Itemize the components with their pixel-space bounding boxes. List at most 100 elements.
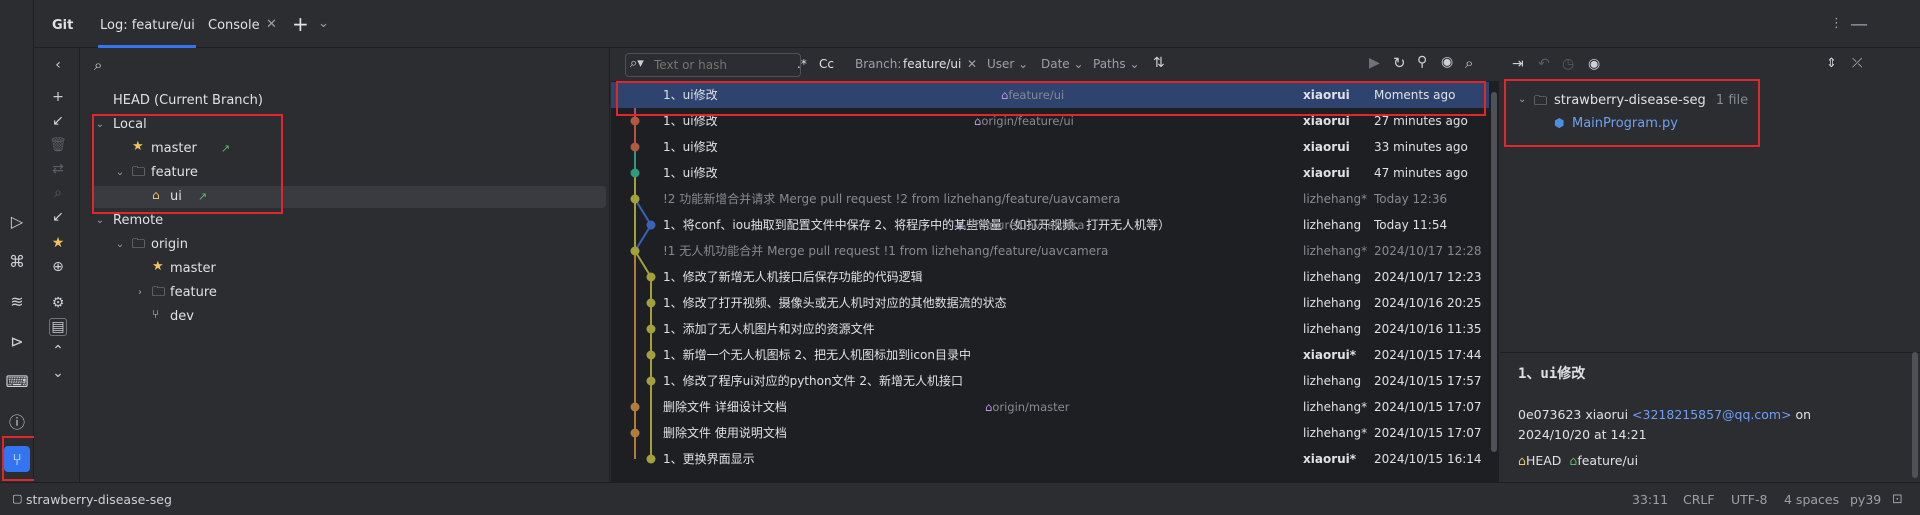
- details-scrollbar[interactable]: [1912, 352, 1918, 478]
- add-tab-icon[interactable]: +: [292, 12, 309, 36]
- branch-origin-dev[interactable]: dev: [170, 306, 194, 328]
- commit-row[interactable]: 1、更换界面显示 xiaorui* 2024/10/15 16:14: [611, 446, 1489, 472]
- chevron-down-icon[interactable]: ⌄: [94, 210, 106, 232]
- chevron-down-icon[interactable]: ⌄: [94, 114, 106, 136]
- branch-origin-master[interactable]: master: [170, 258, 216, 280]
- minimize-icon[interactable]: —: [1850, 14, 1868, 35]
- git-tool-window-header: Git Log: feature/ui Console ✕ + ⌄ ⋮ —: [34, 0, 1920, 48]
- commit-row[interactable]: !1 无人机功能合并 Merge pull request !1 from li…: [611, 238, 1489, 264]
- chevron-right-icon[interactable]: ›: [134, 282, 146, 304]
- log-search-input[interactable]: [654, 56, 764, 74]
- chevron-down-icon[interactable]: ⌄: [1518, 94, 1526, 105]
- changed-file[interactable]: MainProgram.py: [1572, 116, 1678, 131]
- tab-console[interactable]: Console: [208, 18, 260, 33]
- commit-row[interactable]: 1、修改了程序ui对应的python文件 2、新增无人机接口 lizhehang 2…: [611, 368, 1489, 394]
- eye-icon[interactable]: ◉: [1441, 54, 1453, 70]
- eye-icon[interactable]: ◉: [1588, 56, 1600, 72]
- ref-head[interactable]: HEAD: [1526, 453, 1561, 468]
- more-icon[interactable]: ⋮: [1830, 16, 1843, 31]
- new-branch-icon[interactable]: +: [49, 88, 67, 106]
- branch-head[interactable]: HEAD (Current Branch): [113, 90, 263, 112]
- expand-all-icon[interactable]: ⌃: [49, 342, 67, 360]
- branch-filter-value[interactable]: feature/ui: [903, 57, 961, 71]
- favorite-star-icon[interactable]: ★: [49, 234, 67, 252]
- compare-icon[interactable]: ⇄: [49, 160, 67, 178]
- ref-branch[interactable]: feature/ui: [1577, 453, 1638, 468]
- branch-label: ui: [170, 189, 182, 204]
- services-icon[interactable]: ⊳: [6, 330, 28, 352]
- cherry-pick-icon[interactable]: ⚲: [1417, 54, 1427, 70]
- search-icon[interactable]: ⌕: [94, 56, 102, 74]
- update-icon[interactable]: ↙: [49, 112, 67, 130]
- fetch-icon[interactable]: ↙: [49, 208, 67, 226]
- python-console-icon[interactable]: ⌘: [6, 250, 28, 272]
- close-tab-icon[interactable]: ✕: [266, 17, 277, 32]
- commit-row[interactable]: 1、ui修改 xiaorui 47 minutes ago: [611, 160, 1489, 186]
- search-icon[interactable]: ⌕: [1465, 54, 1473, 72]
- collapse-panel-icon[interactable]: ‹: [49, 56, 67, 74]
- problems-icon[interactable]: ⓘ: [6, 410, 28, 432]
- commit-row[interactable]: !2 功能新增合并请求 Merge pull request !2 from l…: [611, 186, 1489, 212]
- settings-icon[interactable]: ⚙: [49, 294, 67, 312]
- match-case-toggle[interactable]: Cc: [819, 57, 834, 71]
- log-search-box[interactable]: ⌕▾: [625, 53, 801, 77]
- user-filter[interactable]: User ⌄: [987, 57, 1028, 71]
- commit-row[interactable]: 1、新增一个无人机图标 2、把无人机图标加到icon目录中 xiaorui* 202…: [611, 342, 1489, 368]
- tree-local-label[interactable]: Local: [113, 114, 147, 136]
- commit-row[interactable]: 删除文件 详细设计文档 ⌂origin/master lizhehang* 2024/…: [611, 394, 1489, 420]
- commit-date: 47 minutes ago: [1374, 166, 1468, 180]
- branch-icon: ⑂: [152, 307, 160, 321]
- python-interpreter[interactable]: py39: [1850, 492, 1881, 507]
- changes-root[interactable]: strawberry-disease-seg 1 file: [1554, 93, 1748, 108]
- commit-row[interactable]: 删除文件 使用说明文档 lizhehang* 2024/10/15 17:07: [611, 420, 1489, 446]
- indent-setting[interactable]: 4 spaces: [1784, 492, 1839, 507]
- collapse-icon[interactable]: ⤫: [1852, 56, 1862, 71]
- commit-author: lizhehang: [1303, 374, 1362, 388]
- tree-origin-feature[interactable]: feature: [170, 282, 217, 304]
- chevron-down-icon[interactable]: ⌄: [114, 234, 126, 256]
- terminal-icon[interactable]: ⌨: [5, 370, 28, 392]
- layers-icon[interactable]: ≋: [6, 290, 28, 312]
- commit-row[interactable]: 1、ui修改 ⌂origin/feature/ui xiaorui 27 minute…: [611, 108, 1489, 134]
- sort-icon[interactable]: ⇅: [1153, 55, 1165, 71]
- chevron-down-icon[interactable]: ⌄: [318, 16, 329, 31]
- collapse-all-icon[interactable]: ⌄: [49, 364, 67, 382]
- group-by-icon[interactable]: ▤: [49, 318, 67, 336]
- paths-filter[interactable]: Paths ⌄: [1093, 57, 1140, 71]
- line-separator[interactable]: CRLF: [1683, 492, 1715, 507]
- run-icon[interactable]: ▷: [6, 210, 28, 232]
- update-icon[interactable]: ⇥: [1512, 56, 1524, 72]
- commit-row[interactable]: 1、ui修改 xiaorui 33 minutes ago: [611, 134, 1489, 160]
- commit-row[interactable]: 1、修改了打开视频、摄像头或无人机时对应的其他数据流的状态 lizhehang 20…: [611, 290, 1489, 316]
- expand-icon[interactable]: ⇕: [1826, 56, 1837, 71]
- refresh-icon[interactable]: ↻: [1393, 54, 1406, 72]
- history-icon[interactable]: ◷: [1562, 56, 1574, 72]
- tree-remote[interactable]: Remote: [113, 210, 163, 232]
- commit-row[interactable]: 1、ui修改 ⌂feature/ui xiaorui Moments ago: [611, 82, 1489, 108]
- chevron-down-icon[interactable]: ⌄: [114, 162, 126, 184]
- commit-row[interactable]: 1、将conf、iou抽取到配置文件中保存 2、将程序中的某些常量（如打开视频、…: [611, 212, 1489, 238]
- commit-email[interactable]: <3218215857@qq.com>: [1632, 407, 1792, 422]
- date-filter[interactable]: Date ⌄: [1041, 57, 1084, 71]
- log-scrollbar[interactable]: [1491, 92, 1497, 452]
- commit-hash-author[interactable]: 0e073623 xiaorui: [1518, 407, 1628, 422]
- file-encoding[interactable]: UTF-8: [1731, 492, 1767, 507]
- tab-log[interactable]: Log: feature/ui: [100, 18, 195, 33]
- search-icon[interactable]: ⌕: [49, 184, 67, 202]
- tree-local-feature[interactable]: feature: [151, 162, 198, 184]
- commit-row[interactable]: 1、修改了新增无人机接口后保存功能的代码逻辑 lizhehang 2024/10/1…: [611, 264, 1489, 290]
- project-name[interactable]: strawberry-disease-seg: [26, 492, 172, 507]
- branch-local-ui[interactable]: ui ↗: [170, 186, 207, 208]
- delete-icon[interactable]: 🗑: [49, 136, 67, 154]
- run-icon[interactable]: ▶: [1369, 55, 1380, 71]
- regex-toggle[interactable]: .*: [797, 57, 807, 71]
- tree-origin[interactable]: origin: [151, 234, 188, 256]
- undo-icon[interactable]: ↶: [1538, 56, 1550, 72]
- commit-row[interactable]: 1、添加了无人机图片和对应的资源文件 lizhehang 2024/10/16 11…: [611, 316, 1489, 342]
- lock-icon[interactable]: ⊡: [1892, 492, 1903, 507]
- branch-local-master-row[interactable]: master ↗: [151, 138, 230, 160]
- git-icon[interactable]: ⑂: [4, 446, 30, 472]
- target-icon[interactable]: ⊕: [49, 258, 67, 276]
- clear-filter-icon[interactable]: ✕: [967, 57, 977, 71]
- cursor-position[interactable]: 33:11: [1632, 492, 1668, 507]
